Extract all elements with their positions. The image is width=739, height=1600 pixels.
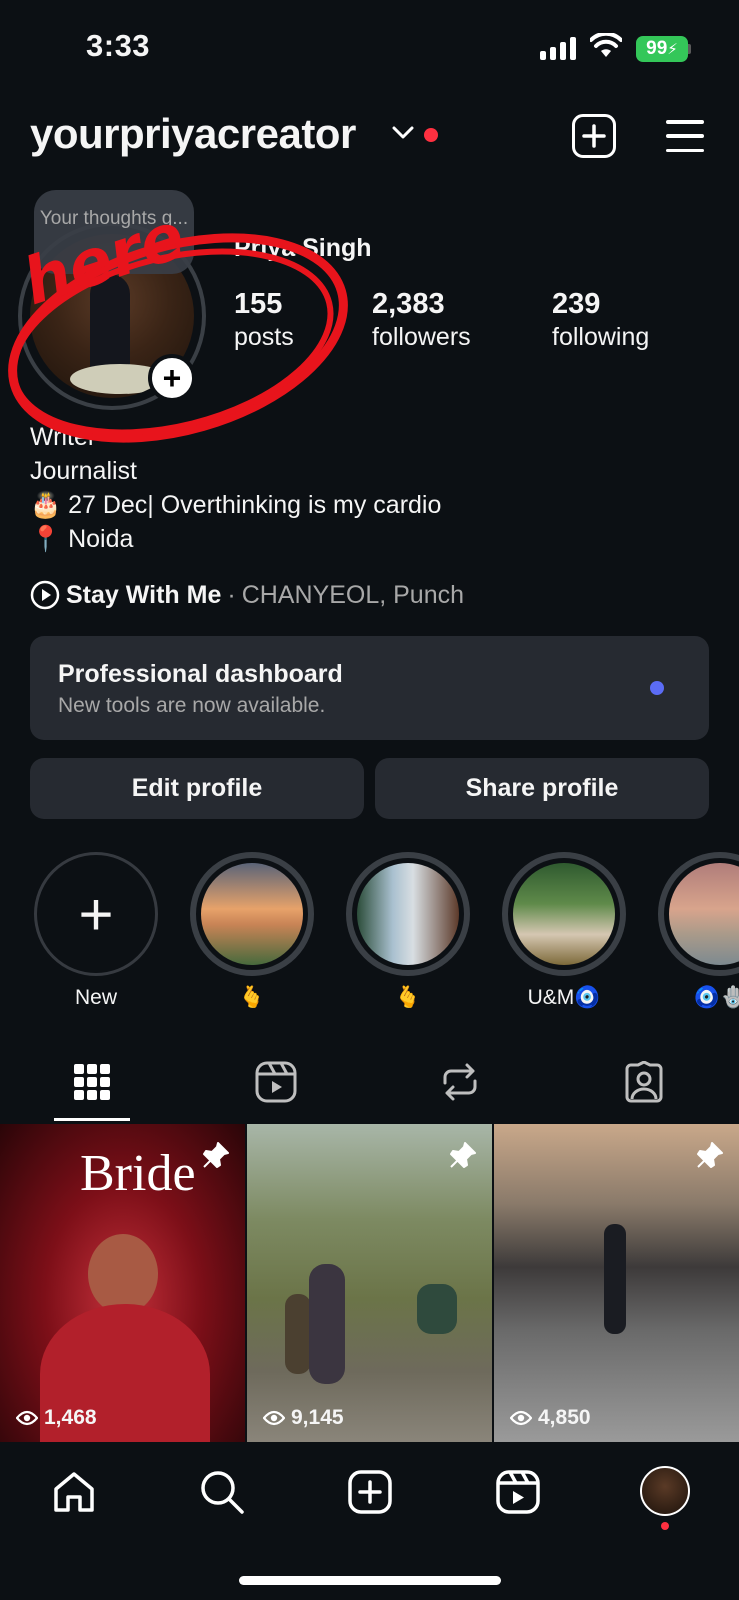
followers-stat[interactable]: 2,383 followers	[372, 288, 471, 352]
notification-dot	[424, 128, 438, 142]
bio-line: 🎂 27 Dec| Overthinking is my cardio	[30, 491, 442, 519]
home-tab[interactable]	[44, 1462, 104, 1522]
create-tab[interactable]	[340, 1462, 400, 1522]
home-indicator	[239, 1576, 501, 1585]
battery-indicator: 99 ⚡	[636, 36, 688, 62]
post-views: 9,145	[263, 1406, 344, 1430]
battery-nub	[688, 44, 691, 54]
profile-music[interactable]: Stay With Me · CHANYEOL, Punch	[30, 580, 464, 610]
tab-grid[interactable]	[62, 1058, 122, 1106]
chevron-down-icon[interactable]	[392, 126, 414, 145]
search-icon	[201, 1471, 244, 1514]
highlight-item[interactable]: U&M🧿	[502, 852, 626, 1010]
edit-profile-button[interactable]: Edit profile	[30, 758, 364, 819]
post-views: 1,468	[16, 1406, 97, 1430]
play-icon	[30, 580, 60, 610]
post-item[interactable]: Bride 1,468	[0, 1124, 245, 1442]
eye-icon	[510, 1410, 532, 1426]
plus-icon: +	[34, 852, 158, 976]
dashboard-notification-dot	[650, 681, 664, 695]
followers-label: followers	[372, 323, 471, 351]
account-username[interactable]: yourpriyacreator	[30, 110, 356, 158]
post-figure	[285, 1294, 311, 1374]
annotation-text: here	[15, 199, 194, 320]
pin-icon	[201, 1140, 231, 1175]
tab-tagged[interactable]	[614, 1058, 674, 1106]
red-annotation-scribble: here	[8, 199, 348, 443]
home-icon	[54, 1472, 94, 1512]
dashboard-title: Professional dashboard	[58, 660, 343, 688]
reels-icon	[496, 1470, 540, 1514]
post-item[interactable]: 4,850	[494, 1124, 739, 1442]
highlight-item[interactable]: 🫰	[346, 852, 470, 1010]
create-post-button[interactable]	[572, 114, 616, 158]
tab-reels[interactable]	[246, 1058, 306, 1106]
repost-icon	[443, 1063, 477, 1101]
notification-dot	[661, 1522, 669, 1530]
music-title: Stay With Me	[66, 580, 222, 609]
music-separator: ·	[227, 580, 236, 609]
bio-line: 📍 Noida	[30, 525, 134, 553]
plus-square-icon	[348, 1470, 392, 1514]
wifi-icon	[589, 31, 623, 64]
following-stat[interactable]: 239 following	[552, 288, 649, 352]
music-artist: CHANYEOL, Punch	[241, 580, 465, 609]
highlight-label: U&M🧿	[527, 986, 601, 1009]
highlight-item[interactable]: 🫰	[190, 852, 314, 1010]
following-label: following	[552, 323, 650, 351]
active-tab-indicator	[54, 1118, 130, 1121]
plus-icon	[582, 124, 606, 148]
menu-button[interactable]	[666, 120, 704, 152]
professional-dashboard[interactable]: Professional dashboard New tools are now…	[30, 636, 709, 740]
reels-icon	[255, 1061, 297, 1103]
eye-icon	[16, 1410, 38, 1426]
highlight-label: 🫰	[394, 986, 422, 1009]
post-figure	[604, 1224, 626, 1334]
dashboard-subtitle: New tools are now available.	[58, 694, 326, 717]
highlight-label: New	[74, 986, 117, 1009]
status-time: 3:33	[86, 28, 151, 63]
post-item[interactable]: 9,145	[247, 1124, 492, 1442]
highlight-item[interactable]: 🧿🪬	[658, 852, 739, 1010]
pin-icon	[695, 1140, 725, 1175]
tagged-person-icon	[625, 1061, 663, 1103]
eye-icon	[263, 1410, 285, 1426]
followers-count: 2,383	[372, 288, 445, 320]
post-figure	[88, 1234, 158, 1314]
tab-reposts[interactable]	[430, 1058, 490, 1106]
cellular-signal-icon	[540, 36, 576, 60]
share-profile-button[interactable]: Share profile	[375, 758, 709, 819]
post-caption: Bride	[80, 1145, 196, 1202]
following-count: 239	[552, 288, 601, 320]
pin-icon	[448, 1140, 478, 1175]
grid-icon	[74, 1064, 110, 1100]
post-views: 4,850	[510, 1406, 591, 1430]
post-figure	[417, 1284, 457, 1334]
highlight-label: 🧿🪬	[693, 986, 739, 1009]
reels-nav-tab[interactable]	[488, 1462, 548, 1522]
highlight-new[interactable]: + New	[34, 852, 158, 1010]
profile-tab-avatar[interactable]	[640, 1466, 690, 1516]
post-figure	[309, 1264, 345, 1384]
search-tab[interactable]	[192, 1462, 252, 1522]
highlight-label: 🫰	[238, 986, 266, 1009]
